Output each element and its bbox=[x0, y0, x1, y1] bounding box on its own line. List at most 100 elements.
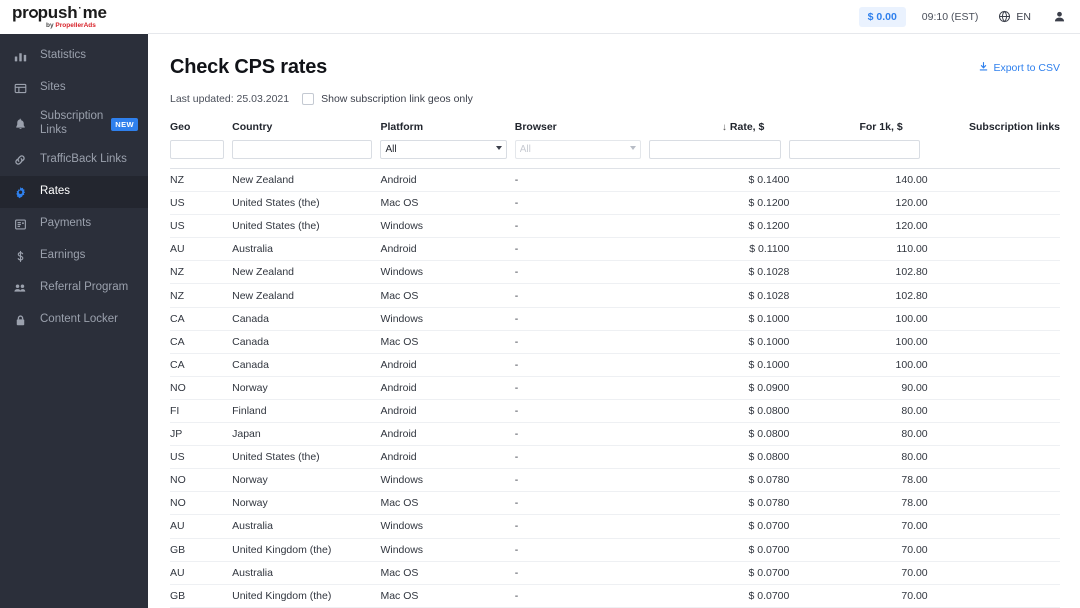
cell-country: Norway bbox=[232, 468, 381, 493]
globe-icon bbox=[998, 10, 1011, 23]
logo-text-pre: pr bbox=[12, 3, 29, 23]
user-menu-button[interactable] bbox=[1053, 10, 1066, 23]
logo-dot-icon: · bbox=[78, 2, 82, 14]
sidebar-item-rates[interactable]: Rates bbox=[0, 176, 148, 208]
cell-country: Australia bbox=[232, 237, 381, 262]
cell-geo: AU bbox=[170, 561, 233, 585]
cell-country: United States (the) bbox=[232, 191, 381, 216]
filter-platform-select[interactable]: All bbox=[380, 140, 507, 159]
cell-platform: Windows bbox=[380, 538, 515, 562]
cell-geo: GB bbox=[170, 584, 233, 608]
sidebar-item-subscription-links[interactable]: Subscription Links NEW bbox=[0, 104, 148, 144]
table-row[interactable]: NO Norway Mac OS - $ 0.0780 78.00 bbox=[170, 491, 1060, 516]
cell-subscription-links bbox=[927, 445, 1060, 470]
cell-platform: Android bbox=[380, 445, 515, 470]
cell-platform: Mac OS bbox=[380, 330, 515, 354]
subscription-geos-checkbox-wrap[interactable]: Show subscription link geos only bbox=[302, 93, 473, 105]
cell-rate: $ 0.0800 bbox=[649, 422, 790, 447]
lock-icon bbox=[12, 312, 28, 328]
sidebar-item-payments[interactable]: Payments bbox=[0, 208, 148, 240]
cell-subscription-links bbox=[927, 561, 1060, 585]
language-label: EN bbox=[1016, 10, 1031, 23]
column-header-platform[interactable]: Platform bbox=[380, 121, 514, 136]
filter-cell-country bbox=[232, 136, 380, 168]
cell-geo: NZ bbox=[170, 283, 233, 308]
cell-subscription-links bbox=[927, 468, 1060, 493]
logo-subtitle-by: by bbox=[46, 22, 56, 30]
cell-browser: - bbox=[514, 307, 650, 331]
table-row[interactable]: NO Norway Android - $ 0.0900 90.00 bbox=[170, 376, 1060, 400]
cell-geo: US bbox=[170, 191, 233, 216]
logo-subtitle-name: PropellerAds bbox=[55, 22, 96, 30]
table-row[interactable]: NZ New Zealand Android - $ 0.1400 140.00 bbox=[170, 168, 1060, 193]
table-row[interactable]: US United States (the) Android - $ 0.0800 80.… bbox=[170, 445, 1060, 470]
cell-country: Norway bbox=[232, 491, 381, 516]
cell-geo: JP bbox=[170, 422, 233, 447]
filter-browser-select[interactable]: All bbox=[514, 140, 642, 159]
cell-rate: $ 0.1000 bbox=[649, 330, 790, 354]
cell-browser: - bbox=[514, 168, 650, 193]
logo-subtitle: by PropellerAds bbox=[46, 23, 96, 30]
language-switcher[interactable]: EN bbox=[998, 10, 1031, 23]
cell-subscription-links bbox=[927, 376, 1060, 400]
filter-geo-input[interactable] bbox=[170, 140, 225, 159]
filter-cell-geo bbox=[170, 136, 232, 168]
cell-browser: - bbox=[514, 330, 650, 354]
sidebar-item-statistics[interactable]: Statistics bbox=[0, 40, 148, 72]
column-header-country[interactable]: Country bbox=[232, 121, 380, 136]
table-row[interactable]: CA Canada Mac OS - $ 0.1000 100.00 bbox=[170, 330, 1060, 354]
table-row[interactable]: AU Australia Android - $ 0.1100 110.00 bbox=[170, 237, 1060, 262]
table-row[interactable]: FI Finland Android - $ 0.0800 80.00 bbox=[170, 399, 1060, 424]
table-row[interactable]: JP Japan Android - $ 0.0800 80.00 bbox=[170, 422, 1060, 447]
balance-pill[interactable]: $ 0.00 bbox=[858, 6, 906, 27]
subscription-geos-checkbox[interactable] bbox=[302, 93, 315, 105]
cell-platform: Android bbox=[380, 422, 515, 447]
sidebar-item-earnings[interactable]: Earnings bbox=[0, 240, 148, 272]
table-row[interactable]: NO Norway Windows - $ 0.0780 78.00 bbox=[170, 468, 1060, 493]
logo-text-mid: push bbox=[37, 3, 78, 23]
table-row[interactable]: US United States (the) Mac OS - $ 0.1200 120.… bbox=[170, 191, 1060, 216]
cell-for1k: 110.00 bbox=[789, 237, 928, 262]
sidebar-item-label: Rates bbox=[40, 185, 71, 198]
column-header-browser[interactable]: Browser bbox=[515, 121, 649, 136]
table-row[interactable]: AU Australia Mac OS - $ 0.0700 70.00 bbox=[170, 561, 1060, 585]
cell-rate: $ 0.0700 bbox=[649, 514, 790, 539]
sidebar-item-trafficback-links[interactable]: TrafficBack Links bbox=[0, 144, 148, 176]
logo[interactable]: pr push · me by PropellerAds bbox=[0, 0, 148, 34]
table-row[interactable]: GB United Kingdom (the) Windows - $ 0.0700 70… bbox=[170, 538, 1060, 562]
cell-country: Australia bbox=[232, 561, 381, 585]
column-header-geo[interactable]: Geo bbox=[170, 121, 232, 136]
column-header-rate[interactable]: ↓ Rate, $ bbox=[649, 121, 789, 136]
export-to-csv-button[interactable]: Export to CSV bbox=[978, 61, 1060, 75]
cell-subscription-links bbox=[927, 283, 1060, 308]
cell-subscription-links bbox=[927, 191, 1060, 216]
table-row[interactable]: CA Canada Android - $ 0.1000 100.00 bbox=[170, 353, 1060, 377]
sidebar-item-content-locker[interactable]: Content Locker bbox=[0, 304, 148, 336]
table-row[interactable]: CA Canada Windows - $ 0.1000 100.00 bbox=[170, 307, 1060, 331]
cell-geo: CA bbox=[170, 353, 233, 377]
table-row[interactable]: NZ New Zealand Mac OS - $ 0.1028 102.80 bbox=[170, 283, 1060, 308]
app-root: pr push · me by PropellerAds Statistics Sit… bbox=[0, 0, 1080, 608]
subscription-geos-label: Show subscription link geos only bbox=[321, 93, 473, 105]
cell-geo: GB bbox=[170, 538, 233, 562]
filter-country-input[interactable] bbox=[232, 140, 373, 159]
filter-rate-input[interactable] bbox=[649, 140, 782, 159]
table-row[interactable]: NZ New Zealand Windows - $ 0.1028 102.80 bbox=[170, 260, 1060, 285]
cell-country: Finland bbox=[232, 399, 381, 424]
table-row[interactable]: GB United Kingdom (the) Mac OS - $ 0.0700 70.… bbox=[170, 584, 1060, 608]
sort-desc-icon: ↓ bbox=[721, 122, 727, 133]
sidebar-item-referral-program[interactable]: Referral Program bbox=[0, 272, 148, 304]
table-row[interactable]: AU Australia Windows - $ 0.0700 70.00 bbox=[170, 514, 1060, 539]
filter-for1k-input[interactable] bbox=[789, 140, 920, 159]
sidebar-item-sites[interactable]: Sites bbox=[0, 72, 148, 104]
column-header-for1k[interactable]: For 1k, $ bbox=[789, 121, 927, 136]
table-row[interactable]: US United States (the) Windows - $ 0.1200 120… bbox=[170, 214, 1060, 239]
cell-country: United Kingdom (the) bbox=[232, 538, 381, 562]
cell-subscription-links bbox=[927, 399, 1060, 424]
cell-browser: - bbox=[514, 283, 650, 308]
table-filter-row: All All bbox=[170, 136, 1060, 168]
cell-for1k: 70.00 bbox=[789, 584, 928, 608]
cell-browser: - bbox=[514, 260, 650, 285]
cell-rate: $ 0.1000 bbox=[649, 353, 790, 377]
cell-platform: Windows bbox=[380, 468, 515, 493]
